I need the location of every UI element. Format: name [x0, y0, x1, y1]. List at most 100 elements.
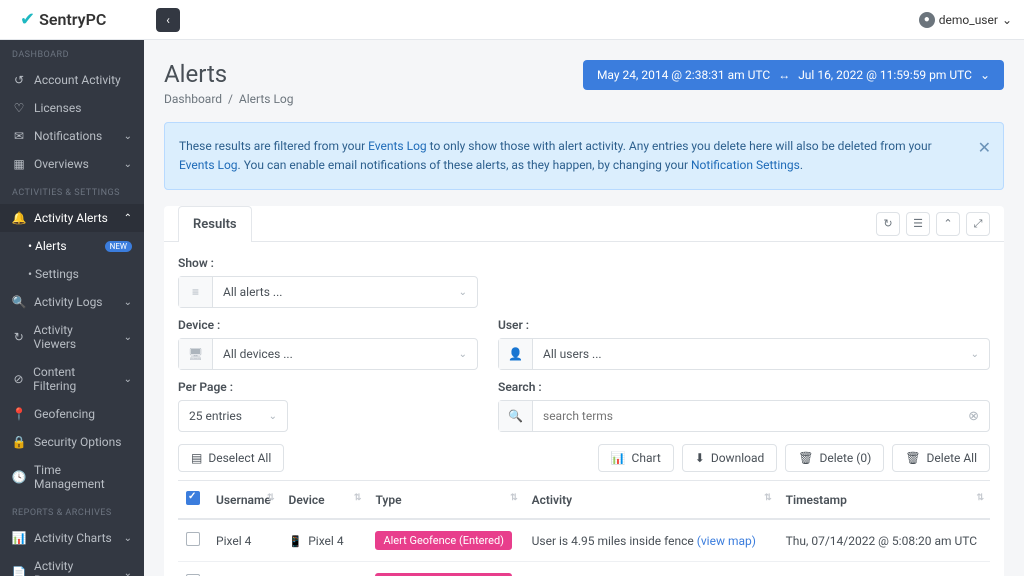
sidebar-item-label: Notifications [34, 129, 102, 143]
user-avatar-icon: ● [919, 12, 935, 28]
chevron-down-icon: ⌄ [449, 287, 477, 298]
sidebar-item-notifications[interactable]: ✉Notifications⌄ [0, 122, 144, 150]
download-button[interactable]: ⬇Download [682, 444, 777, 472]
sidebar-item-time-management[interactable]: 🕓Time Management [0, 456, 144, 498]
events-log-link[interactable]: Events Log [368, 139, 427, 153]
sidebar-subitem-settings[interactable]: • Settings [0, 260, 144, 288]
sidebar-item-activity-reports[interactable]: 📄Activity Reports⌄ [0, 552, 144, 576]
perpage-select[interactable]: 25 entries ⌄ [178, 400, 288, 432]
date-to: Jul 16, 2022 @ 11:59:59 pm UTC [798, 68, 972, 82]
delete-all-button[interactable]: 🗑Delete All [892, 444, 990, 472]
clear-search-button[interactable]: ⊗ [958, 409, 989, 424]
search-icon: 🔍 [12, 295, 26, 309]
col-activity[interactable]: Activity⇅ [524, 481, 778, 520]
chevron-icon: ⌄ [124, 533, 132, 544]
mail-icon: ✉ [12, 129, 26, 143]
chevron-icon: ⌄ [124, 159, 132, 170]
sidebar-item-account-activity[interactable]: ↺Account Activity [0, 66, 144, 94]
device-select[interactable]: 🖥 All devices ... ⌄ [178, 338, 478, 370]
expand-button[interactable]: ⤢ [966, 212, 990, 236]
page-title: Alerts [164, 60, 294, 88]
swap-icon: ↔ [778, 68, 790, 82]
cell-activity: User is 2.82 miles outside fence (view m… [524, 562, 778, 576]
sidebar-item-content-filtering[interactable]: ⊘Content Filtering⌄ [0, 358, 144, 400]
chevron-down-icon: ⌄ [449, 349, 477, 360]
device-label: Device : [178, 318, 478, 332]
sidebar-item-label: Activity Charts [34, 531, 112, 545]
col-checkbox[interactable] [178, 481, 208, 520]
cell-type: Alert Geofence (Entered) [367, 519, 523, 562]
search-input[interactable] [533, 409, 958, 423]
sidebar-item-label: Overviews [34, 157, 89, 171]
trash-icon: 🗑 [905, 451, 920, 465]
list-icon: ≡ [179, 277, 213, 307]
perpage-label: Per Page : [178, 380, 478, 394]
close-banner-button[interactable]: ✕ [978, 135, 991, 161]
chevron-icon: ⌄ [124, 297, 132, 308]
date-range-picker[interactable]: May 24, 2014 @ 2:38:31 am UTC ↔ Jul 16, … [583, 60, 1004, 90]
info-banner: These results are filtered from your Eve… [164, 122, 1004, 190]
list-button[interactable]: ☰ [906, 212, 930, 236]
heart-icon: ♡ [12, 101, 26, 115]
date-from: May 24, 2014 @ 2:38:31 am UTC [597, 68, 770, 82]
sidebar-item-geofencing[interactable]: 📍Geofencing [0, 400, 144, 428]
col-timestamp[interactable]: Timestamp⇅ [778, 481, 990, 520]
refresh-button[interactable]: ↻ [876, 212, 900, 236]
chevron-icon: ⌄ [124, 568, 132, 576]
select-all-checkbox[interactable] [186, 491, 200, 505]
user-select[interactable]: 👤 All users ... ⌄ [498, 338, 990, 370]
delete-button[interactable]: 🗑Delete (0) [785, 444, 884, 472]
sidebar: DASHBOARD↺Account Activity ♡ Licenses ✉ Noti… [0, 40, 144, 576]
sidebar-item-activity-charts[interactable]: 📊 Activity Charts ⌄ [0, 524, 144, 552]
deselect-all-button[interactable]: ▤ Deselect All [178, 444, 284, 472]
refresh-icon: ↻ [12, 330, 26, 344]
sidebar-item-label: Security Options [34, 435, 121, 449]
type-pill: Alert Geofence (Entered) [375, 531, 512, 550]
sidebar-item-activity-viewers[interactable]: ↻ Activity Viewers ⌄ [0, 316, 144, 358]
breadcrumb-root[interactable]: Dashboard [164, 92, 222, 106]
history-icon: ↺ [12, 73, 26, 87]
deselect-icon: ▤ [191, 451, 202, 465]
sidebar-item-overviews[interactable]: ▦Overviews⌄ [0, 150, 144, 178]
chart-icon: 📊 [12, 531, 26, 545]
sidebar-item-label: Activity Viewers [34, 323, 116, 351]
sidebar-section-header: ACTIVITIES & SETTINGS [0, 178, 144, 204]
collapse-sidebar-button[interactable]: ‹ [156, 8, 180, 32]
ban-icon: ⊘ [12, 372, 25, 386]
show-select[interactable]: ≡ All alerts ... ⌄ [178, 276, 478, 308]
monitor-icon: 🖥 [179, 339, 213, 369]
collapse-card-button[interactable]: ⌃ [936, 212, 960, 236]
chevron-icon: ⌄ [124, 332, 132, 343]
sidebar-item-licenses[interactable]: ♡ Licenses [0, 94, 144, 122]
search-label: Search : [498, 380, 990, 394]
sidebar-item-activity-alerts[interactable]: 🔔Activity Alerts⌃ [0, 204, 144, 232]
trash-icon: 🗑 [798, 451, 813, 465]
user-icon: 👤 [499, 339, 533, 369]
search-icon: 🔍 [499, 401, 533, 431]
table-row: Pixel 4📱Pixel 4Alert Geofence (Entered)U… [178, 519, 990, 562]
view-map-link[interactable]: (view map) [697, 534, 756, 548]
sidebar-item-label: Geofencing [34, 407, 95, 421]
logo[interactable]: ✔ SentryPC [12, 9, 156, 30]
col-username[interactable]: Username⇅ [208, 481, 281, 520]
expand-icon: ⤢ [974, 217, 983, 231]
sidebar-item-activity-logs[interactable]: 🔍Activity Logs⌄ [0, 288, 144, 316]
sidebar-subitem-alerts[interactable]: • AlertsNEW [0, 232, 144, 260]
events-log-link-2[interactable]: Events Log [179, 158, 238, 172]
show-label: Show : [178, 256, 478, 270]
sidebar-item-label: Licenses [34, 101, 81, 115]
download-icon: ⬇ [695, 451, 705, 465]
col-type[interactable]: Type⇅ [367, 481, 523, 520]
chart-button[interactable]: 📊Chart [598, 444, 674, 472]
sidebar-item-label: Activity Alerts [34, 211, 108, 225]
sidebar-item-label: Content Filtering [33, 365, 116, 393]
notification-settings-link[interactable]: Notification Settings [691, 158, 800, 172]
sort-icon: ⇅ [764, 493, 772, 503]
col-device[interactable]: Device⇅ [281, 481, 368, 520]
user-menu[interactable]: ● demo_user ⌄ [919, 12, 1012, 28]
sidebar-item-security-options[interactable]: 🔒Security Options [0, 428, 144, 456]
row-checkbox[interactable] [186, 532, 200, 546]
sidebar-section-header: DASHBOARD [0, 40, 144, 66]
tab-results[interactable]: Results [178, 206, 252, 242]
chevron-down-icon: ⌄ [961, 349, 989, 360]
